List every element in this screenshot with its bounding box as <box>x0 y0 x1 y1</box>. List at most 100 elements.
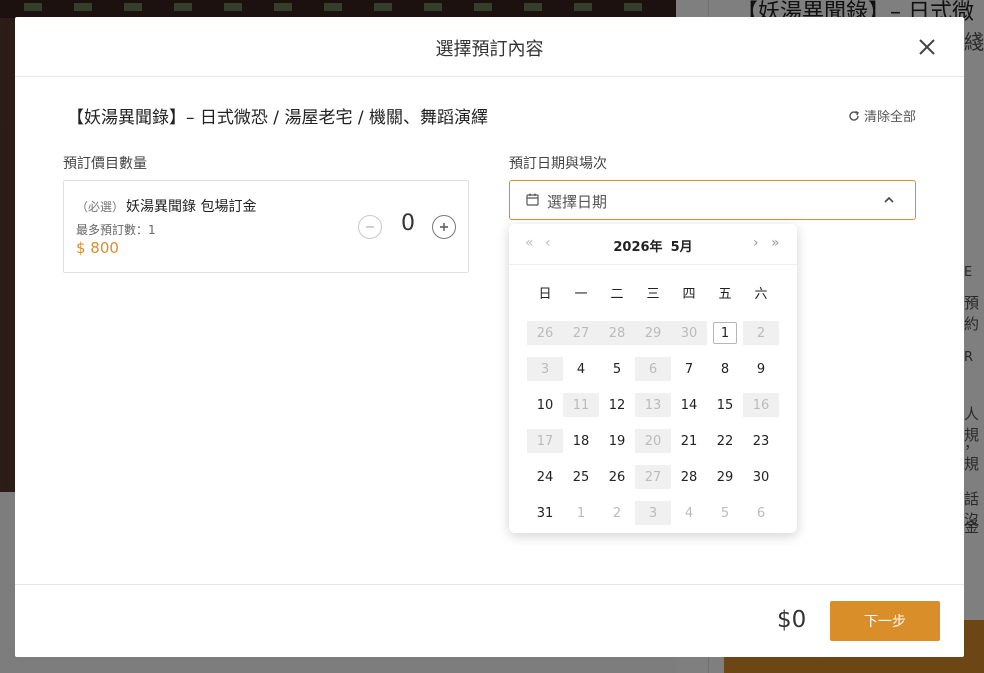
calendar-day-number: 14 <box>680 397 698 413</box>
calendar-day-number: 29 <box>716 469 734 485</box>
calendar-day: 29 <box>635 315 671 351</box>
calendar-day: 20 <box>635 423 671 459</box>
calendar-day[interactable]: 29 <box>707 459 743 495</box>
weekday-label: 四 <box>682 287 696 302</box>
calendar-day[interactable]: 19 <box>599 423 635 459</box>
weekday-label: 三 <box>646 287 660 302</box>
calendar-year[interactable]: 2026年 <box>613 240 662 255</box>
calendar-day-number: 3 <box>540 361 550 377</box>
calendar-day-number: 9 <box>756 361 766 377</box>
calendar-day: 27 <box>635 459 671 495</box>
calendar-day-number: 1 <box>576 505 586 521</box>
calendar-day-number: 28 <box>608 325 626 341</box>
next-year-button[interactable]: » <box>771 236 780 250</box>
calendar-day-number: 24 <box>536 469 554 485</box>
weekday-label: 日 <box>538 287 552 302</box>
calendar-day[interactable]: 1 <box>563 495 599 531</box>
ticket-price: $ 800 <box>76 239 119 257</box>
required-tag: （必選） <box>76 200 125 214</box>
calendar-day-number: 17 <box>536 433 554 449</box>
calendar-day[interactable]: 10 <box>527 387 563 423</box>
calendar-day[interactable]: 24 <box>527 459 563 495</box>
modal-footer: $0 下一步 <box>15 584 964 657</box>
calendar-day: 6 <box>635 351 671 387</box>
calendar-day-number: 22 <box>716 433 734 449</box>
calendar-day[interactable]: 14 <box>671 387 707 423</box>
next-step-button[interactable]: 下一步 <box>830 601 940 641</box>
calendar-day-number: 3 <box>648 505 658 521</box>
next-month-button[interactable]: › <box>753 236 759 250</box>
calendar-day-number: 26 <box>608 469 626 485</box>
calendar-day: 3 <box>635 495 671 531</box>
calendar-day-number: 10 <box>536 397 554 413</box>
calendar-day-number: 5 <box>720 505 730 521</box>
quantity-value: 0 <box>401 211 415 236</box>
date-select[interactable]: 選擇日期 <box>509 180 916 220</box>
calendar-day-number: 1 <box>720 325 730 341</box>
calendar-day[interactable]: 15 <box>707 387 743 423</box>
decrease-quantity-button[interactable] <box>358 215 382 239</box>
calendar-day[interactable]: 9 <box>743 351 779 387</box>
modal-title: 選擇預訂內容 <box>435 39 544 60</box>
calendar-day[interactable]: 26 <box>599 459 635 495</box>
calendar-day[interactable]: 18 <box>563 423 599 459</box>
refresh-icon <box>849 110 859 121</box>
calendar-day: 27 <box>563 315 599 351</box>
calendar-day[interactable]: 22 <box>707 423 743 459</box>
calendar-day[interactable]: 23 <box>743 423 779 459</box>
close-button[interactable] <box>916 36 938 58</box>
calendar-day-number: 30 <box>680 325 698 341</box>
calendar-day-number: 30 <box>752 469 770 485</box>
calendar-day-number: 16 <box>752 397 770 413</box>
calendar-day: 16 <box>743 387 779 423</box>
calendar-day[interactable]: 7 <box>671 351 707 387</box>
ticket-name-label: 妖湯異聞錄 包場訂金 <box>126 199 257 215</box>
calendar-day[interactable]: 30 <box>743 459 779 495</box>
increase-quantity-button[interactable] <box>432 215 456 239</box>
calendar-day-number: 11 <box>572 397 590 413</box>
calendar-day-number: 8 <box>720 361 730 377</box>
calendar-day-number: 2 <box>756 325 766 341</box>
calendar-day[interactable]: 8 <box>707 351 743 387</box>
calendar-day-grid: 26 27 28 29 30 1 2 3 4 5 6 7 8 9 10 11 12 13 14 15 16 17 18 19 2… <box>527 315 779 531</box>
date-section-label: 預訂日期與場次 <box>509 156 607 172</box>
calendar-day[interactable]: 25 <box>563 459 599 495</box>
calendar-day-number: 2 <box>612 505 622 521</box>
calendar-day[interactable]: 5 <box>599 351 635 387</box>
max-booking-text: 最多預訂數：1 <box>76 223 156 237</box>
weekday-label: 六 <box>754 287 768 302</box>
calendar-day-number: 23 <box>752 433 770 449</box>
event-title: 【妖湯異聞錄】– 日式微恐 / 湯屋老宅 / 機關、舞蹈演繹 <box>67 108 488 128</box>
calendar-day-number: 13 <box>644 397 662 413</box>
calendar-day[interactable]: 28 <box>671 459 707 495</box>
calendar-day[interactable]: 6 <box>743 495 779 531</box>
calendar-dropdown: « ‹ 2026年 5月 › » 日 一 二 三 四 五 六 26 27 28 29 30… <box>509 224 797 533</box>
calendar-day[interactable]: 12 <box>599 387 635 423</box>
calendar-day[interactable]: 1 <box>707 315 743 351</box>
calendar-day-number: 18 <box>572 433 590 449</box>
calendar-day[interactable]: 21 <box>671 423 707 459</box>
calendar-day-number: 26 <box>536 325 554 341</box>
calendar-day-number: 5 <box>612 361 622 377</box>
plus-icon <box>440 223 448 231</box>
calendar-month[interactable]: 5月 <box>671 240 693 255</box>
calendar-day[interactable]: 4 <box>563 351 599 387</box>
calendar-day[interactable]: 31 <box>527 495 563 531</box>
calendar-day: 17 <box>527 423 563 459</box>
calendar-day[interactable]: 2 <box>599 495 635 531</box>
calendar-day-number: 6 <box>756 505 766 521</box>
clear-all-button[interactable]: 清除全部 <box>848 106 916 125</box>
date-select-placeholder: 選擇日期 <box>547 193 608 211</box>
calendar-day-number: 27 <box>644 469 662 485</box>
ticket-name: （必選） 妖湯異聞錄 包場訂金 <box>76 196 256 216</box>
calendar-day-number: 7 <box>684 361 694 377</box>
close-icon <box>919 39 935 55</box>
calendar-day: 2 <box>743 315 779 351</box>
calendar-day-number: 12 <box>608 397 626 413</box>
ticket-card: （必選） 妖湯異聞錄 包場訂金 最多預訂數：1 $ 800 0 <box>63 180 469 273</box>
minus-icon <box>366 226 374 228</box>
calendar-day[interactable]: 5 <box>707 495 743 531</box>
calendar-day[interactable]: 4 <box>671 495 707 531</box>
ticket-section-label: 預訂價目數量 <box>63 156 147 172</box>
booking-modal: 選擇預訂內容 【妖湯異聞錄】– 日式微恐 / 湯屋老宅 / 機關、舞蹈演繹 清除… <box>15 17 964 657</box>
